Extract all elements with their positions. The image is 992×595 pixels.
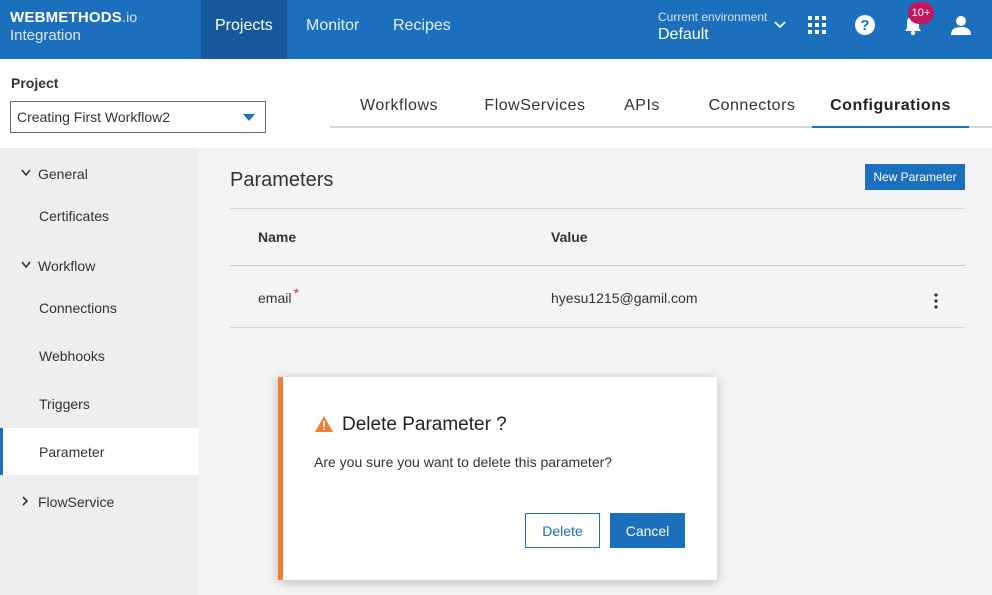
dialog-message: Are you sure you want to delete this par… bbox=[314, 454, 613, 470]
delete-button[interactable]: Delete bbox=[525, 513, 600, 548]
cancel-button[interactable]: Cancel bbox=[610, 513, 685, 548]
dialog-title: Delete Parameter ? bbox=[342, 414, 507, 435]
warning-icon bbox=[315, 416, 333, 432]
delete-dialog: Delete Parameter ? Are you sure you want… bbox=[278, 377, 717, 580]
